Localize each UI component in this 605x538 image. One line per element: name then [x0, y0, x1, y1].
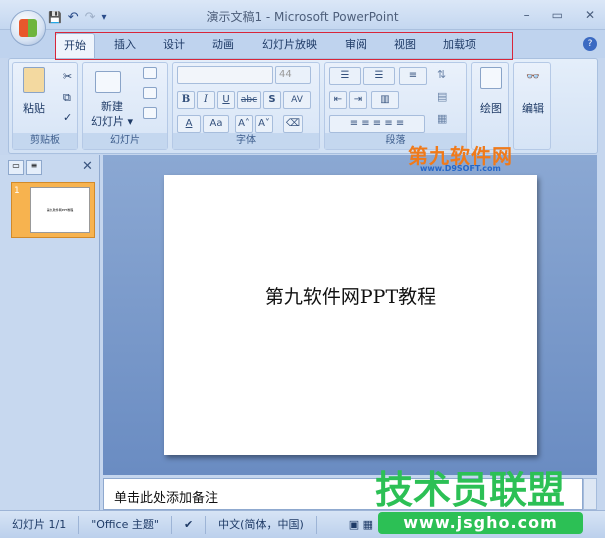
help-icon[interactable]: ? [583, 37, 597, 51]
underline-button[interactable]: U [217, 91, 235, 109]
text-direction-icon[interactable]: ⇅ [437, 67, 446, 82]
char-spacing-button[interactable]: AV [283, 91, 311, 109]
highlight-box [55, 32, 513, 60]
slide-counter: 幻灯片 1/1 [0, 515, 80, 534]
italic-button[interactable]: I [197, 91, 215, 109]
paste-icon [23, 67, 45, 93]
group-clipboard: 粘贴 ✂ ⧉ ✓ 剪贴板 [12, 62, 78, 150]
label: 幻灯片 ▾ [90, 115, 134, 128]
editing-button[interactable]: 编辑 [516, 101, 550, 116]
close-button[interactable]: ✕ [585, 8, 595, 22]
language[interactable]: 中文(简体，中国) [206, 515, 317, 534]
drawing-button[interactable]: 绘图 [474, 101, 508, 116]
delete-slide-icon[interactable] [143, 107, 157, 119]
bold-button[interactable]: B [177, 91, 195, 109]
grow-font-button[interactable]: A˄ [235, 115, 253, 133]
slide-title[interactable]: 第九软件网PPT教程 [164, 282, 537, 309]
numbering-icon[interactable]: ☰ [363, 67, 395, 85]
clear-format-icon[interactable]: ⌫ [283, 115, 303, 133]
window-controls: – ▭ ✕ [524, 8, 595, 22]
format-painter-icon[interactable]: ✓ [63, 110, 72, 125]
maximize-button[interactable]: ▭ [552, 8, 563, 22]
columns-icon[interactable]: ▥ [371, 91, 399, 109]
shrink-font-button[interactable]: A˅ [255, 115, 273, 133]
office-button[interactable] [10, 10, 46, 46]
layout-icon[interactable] [143, 67, 157, 79]
group-editing[interactable]: 👓 编辑 [513, 62, 551, 150]
office-logo-icon [19, 19, 37, 37]
font-name-select[interactable] [177, 66, 273, 84]
group-paragraph: ☰ ☰ ≡ ⇤ ⇥ ▥ ≡ ≡ ≡ ≡ ≡ ⇅ ▤ ▦ 段落 [324, 62, 467, 150]
smartart-icon[interactable]: ▦ [437, 111, 447, 126]
d9soft-url-watermark: www.D9SOFT.com [420, 164, 501, 173]
thumbnail-text: 第九软件网PPT教程 [30, 187, 90, 233]
window-title: 演示文稿1 - Microsoft PowerPoint [206, 10, 399, 24]
font-color-button[interactable]: A [177, 115, 201, 133]
outline-tab[interactable]: ≡ [26, 160, 42, 175]
shapes-icon [480, 67, 502, 89]
label: 新建 [101, 100, 123, 113]
cut-icon[interactable]: ✂ [63, 69, 72, 84]
group-label: 剪贴板 [13, 133, 77, 149]
pane-close-icon[interactable]: ✕ [82, 159, 93, 174]
bullets-icon[interactable]: ☰ [329, 67, 361, 85]
slide-canvas[interactable]: 第九软件网PPT教程 [164, 175, 537, 455]
notes-scrollbar[interactable] [583, 478, 597, 510]
paste-button[interactable]: 粘贴 [19, 101, 49, 116]
reset-icon[interactable] [143, 87, 157, 99]
group-label: 幻灯片 [83, 133, 167, 149]
group-label: 字体 [173, 133, 319, 149]
strikethrough-button[interactable]: abc [237, 91, 261, 109]
align-buttons[interactable]: ≡ ≡ ≡ ≡ ≡ [329, 115, 425, 133]
minimize-button[interactable]: – [524, 8, 530, 22]
decrease-indent-icon[interactable]: ⇤ [329, 91, 347, 109]
copy-icon[interactable]: ⧉ [63, 90, 71, 105]
slides-tab[interactable]: ▭ [8, 160, 24, 175]
font-size-select[interactable]: 44 [275, 66, 311, 84]
new-slide-icon [95, 71, 121, 93]
spellcheck-icon[interactable]: ✔ [172, 515, 207, 534]
theme-name: "Office 主题" [79, 515, 172, 534]
group-drawing[interactable]: 绘图 [471, 62, 509, 150]
jsgho-watermark: 技术员联盟 [375, 468, 566, 512]
slide-thumbnail[interactable]: 第九软件网PPT教程 [11, 182, 95, 238]
slide-number: 1 [14, 186, 20, 196]
group-slides: 新建幻灯片 ▾ 幻灯片 [82, 62, 168, 150]
align-text-icon[interactable]: ▤ [437, 89, 447, 104]
group-font: 44 B I U abc S AV A Aa A˄ A˅ ⌫ 字体 [172, 62, 320, 150]
pane-tabs: ▭ ≡ [8, 160, 42, 176]
shadow-button[interactable]: S [263, 91, 281, 109]
new-slide-button[interactable]: 新建幻灯片 ▾ [87, 99, 137, 129]
increase-indent-icon[interactable]: ⇥ [349, 91, 367, 109]
change-case-button[interactable]: Aa [203, 115, 229, 133]
jsgho-url-watermark: www.jsgho.com [378, 512, 583, 534]
line-spacing-icon[interactable]: ≡ [399, 67, 427, 85]
find-binoculars-icon: 👓 [526, 70, 540, 83]
